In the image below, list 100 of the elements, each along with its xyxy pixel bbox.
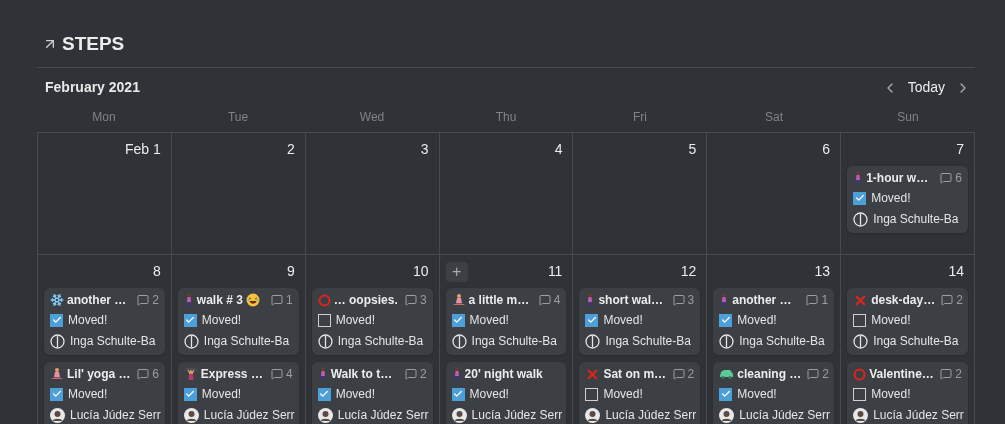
comment-icon xyxy=(137,368,150,380)
weightlifter-icon xyxy=(183,367,198,381)
comment-icon xyxy=(137,294,150,306)
circle-icon xyxy=(853,367,867,381)
person-icon xyxy=(853,333,869,349)
task-card[interactable]: cleaning … 2 Moved! Lucía Júdez Serr xyxy=(713,361,835,424)
checkbox[interactable] xyxy=(451,387,465,401)
task-card[interactable]: walk # 3 1 Moved! Inga Schulte-Ba xyxy=(177,287,299,355)
comment-icon xyxy=(404,368,417,380)
person-name: Lucía Júdez Serr xyxy=(471,407,563,424)
day-number: 10 xyxy=(413,262,429,281)
task-card[interactable]: Lil' yoga … 6 Moved! Lucía Júdez Serr xyxy=(44,361,165,424)
checkbox-label: Moved! xyxy=(335,386,376,403)
task-card[interactable]: Valentine… 2 Moved! Lucía Júdez Serr xyxy=(847,361,968,424)
day-number: 2 xyxy=(286,140,295,159)
checkbox-label: Moved! xyxy=(603,386,643,403)
checkbox[interactable] xyxy=(183,387,197,401)
checkbox-label: Moved! xyxy=(201,386,242,403)
avatar xyxy=(183,407,199,423)
comment-icon xyxy=(404,294,417,306)
task-title: Sat on m… xyxy=(603,366,667,383)
comment-count: 2 xyxy=(687,366,695,383)
comment-count: 2 xyxy=(152,292,159,309)
checkbox[interactable] xyxy=(585,387,599,401)
person-icon xyxy=(719,333,735,349)
task-title: Lil' yoga … xyxy=(67,366,131,383)
task-card[interactable]: desk-day… 2 Moved! Inga Schulte-Ba xyxy=(847,287,968,355)
comment-count: 2 xyxy=(822,366,829,383)
person-name: Lucía Júdez Serr xyxy=(337,407,429,424)
comment-count: 3 xyxy=(419,292,427,309)
checkbox[interactable] xyxy=(451,313,465,327)
weekday-label: Thu xyxy=(494,108,518,126)
task-title: another … xyxy=(67,292,127,309)
checkbox[interactable] xyxy=(585,313,599,327)
person-name: Lucía Júdez Serr xyxy=(739,407,830,424)
checkbox[interactable] xyxy=(317,387,331,401)
day-number: 14 xyxy=(948,262,964,281)
comment-icon xyxy=(940,172,953,184)
avatar xyxy=(50,407,65,423)
comment-count: 2 xyxy=(419,366,427,383)
task-card[interactable]: short wal… 3 Moved! Inga Schulte-Ba xyxy=(579,287,701,355)
checkbox[interactable] xyxy=(183,313,197,327)
weekday-label: Sat xyxy=(764,108,784,126)
task-card[interactable]: … oopsies. 3 Moved! Inga Schulte-Ba xyxy=(311,287,433,355)
checkbox[interactable] xyxy=(853,387,867,401)
comment-icon xyxy=(940,368,953,380)
person-name: Lucía Júdez Serr xyxy=(203,407,295,424)
checkbox-label: Moved! xyxy=(201,312,242,329)
meditating-person-icon xyxy=(50,367,64,381)
comment-count: 1 xyxy=(821,292,829,309)
checkbox[interactable] xyxy=(853,191,867,205)
laughing-face-icon xyxy=(245,293,260,307)
day-number: 13 xyxy=(814,262,831,281)
task-card[interactable]: Sat on m… 2 Moved! Lucía Júdez Serr xyxy=(579,361,701,424)
task-title: 1-hour w… xyxy=(866,170,929,187)
person-name: Inga Schulte-Ba xyxy=(337,333,424,350)
task-card[interactable]: 1-hour w… 6 Moved! Inga Schulte-Ba xyxy=(847,165,968,233)
task-card[interactable]: Walk to t… 2 Moved! Lucía Júdez Serr xyxy=(311,361,433,424)
avatar xyxy=(853,407,869,423)
person-name: Lucía Júdez Serr xyxy=(70,407,161,424)
car-icon xyxy=(719,368,735,380)
meditating-person-icon xyxy=(451,293,466,307)
checkbox[interactable] xyxy=(853,313,867,327)
checkbox[interactable] xyxy=(719,313,733,327)
avatar xyxy=(317,407,333,423)
comment-icon xyxy=(806,294,819,306)
day-number: 4 xyxy=(554,140,563,159)
weekday-label: Wed xyxy=(358,108,386,126)
person-name: Inga Schulte-Ba xyxy=(70,333,156,350)
checkbox-label: Moved! xyxy=(469,386,509,403)
person-name: Lucía Júdez Serr xyxy=(605,407,697,424)
day-number: 5 xyxy=(688,140,697,159)
checkbox[interactable] xyxy=(719,387,733,401)
task-card[interactable]: 20' night walk Moved! Lucía Júdez Serr xyxy=(445,361,567,424)
checkbox[interactable] xyxy=(50,313,63,327)
comment-count: 6 xyxy=(152,366,159,383)
person-name: Inga Schulte-Ba xyxy=(739,333,825,350)
add-button[interactable]: + xyxy=(445,261,468,282)
comment-icon xyxy=(672,368,685,380)
weekday-label: Sun xyxy=(896,108,920,126)
day-number: Feb 1 xyxy=(125,140,161,159)
task-card[interactable]: another … 1 Moved! Inga Schulte-Ba xyxy=(713,287,835,355)
avatar xyxy=(451,407,467,423)
comment-icon xyxy=(271,368,283,380)
checkbox[interactable] xyxy=(50,387,63,401)
task-title: cleaning … xyxy=(737,366,802,383)
person-name: Inga Schulte-Ba xyxy=(873,333,959,350)
task-title: Walk to t… xyxy=(330,366,393,383)
checkbox-label: Moved! xyxy=(469,312,509,329)
walking-person-icon xyxy=(317,367,328,381)
task-title: walk # 3 xyxy=(196,292,243,309)
task-card[interactable]: another … 2 Moved! Inga Schulte-Ba xyxy=(44,287,165,355)
checkbox[interactable] xyxy=(317,313,331,327)
task-title: Valentine… xyxy=(869,366,934,383)
task-card[interactable]: Express … 4 Moved! Lucía Júdez Serr xyxy=(177,361,299,424)
today-button[interactable]: Today xyxy=(905,77,947,98)
task-card[interactable]: a little m… 4 Moved! Inga Schulte-Ba xyxy=(445,287,567,355)
weekday-label: Mon xyxy=(91,108,117,126)
circle-icon xyxy=(317,293,331,307)
avatar xyxy=(585,407,601,423)
